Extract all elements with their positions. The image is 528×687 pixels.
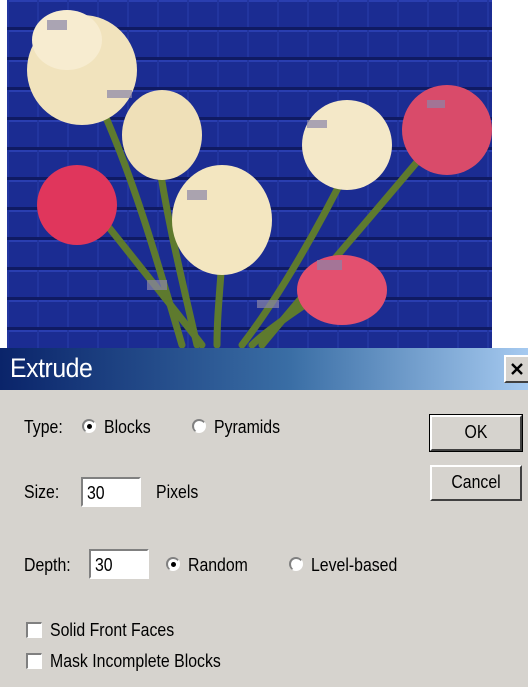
cancel-button-label: Cancel	[451, 472, 501, 492]
tulips-photo	[7, 0, 492, 348]
random-radio[interactable]	[166, 557, 180, 571]
depth-field[interactable]: 30	[89, 549, 149, 579]
close-icon	[511, 363, 523, 375]
ok-button[interactable]: OK	[429, 414, 523, 452]
ok-button-label: OK	[464, 422, 488, 442]
size-unit-label: Pixels	[156, 482, 199, 502]
mask-incomplete-blocks-checkbox[interactable]	[26, 653, 42, 669]
radio-dot	[171, 562, 176, 567]
extrude-preview-image	[7, 0, 492, 348]
size-label: Size:	[24, 482, 60, 502]
extrude-dialog: Extrude Type: Blocks Pyramids Size: 30 P…	[0, 348, 528, 687]
radio-dot	[87, 424, 92, 429]
blocks-radio[interactable]	[82, 419, 96, 433]
close-button[interactable]	[504, 355, 528, 383]
mask-incomplete-blocks-label: Mask Incomplete Blocks	[50, 651, 221, 671]
size-field[interactable]: 30	[81, 477, 141, 507]
cancel-button[interactable]: Cancel	[430, 465, 522, 501]
blocks-label: Blocks	[104, 417, 151, 437]
title-bar: Extrude	[0, 348, 528, 390]
depth-label: Depth:	[24, 555, 71, 575]
level-based-radio[interactable]	[289, 557, 303, 571]
depth-value: 30	[95, 555, 113, 575]
solid-front-faces-label: Solid Front Faces	[50, 620, 175, 640]
type-label: Type:	[24, 417, 63, 437]
pyramids-radio[interactable]	[192, 419, 206, 433]
solid-front-faces-checkbox[interactable]	[26, 622, 42, 638]
dialog-title: Extrude	[10, 353, 93, 383]
level-based-label: Level-based	[311, 555, 398, 575]
pyramids-label: Pyramids	[214, 417, 281, 437]
size-value: 30	[87, 483, 105, 503]
random-label: Random	[188, 555, 248, 575]
